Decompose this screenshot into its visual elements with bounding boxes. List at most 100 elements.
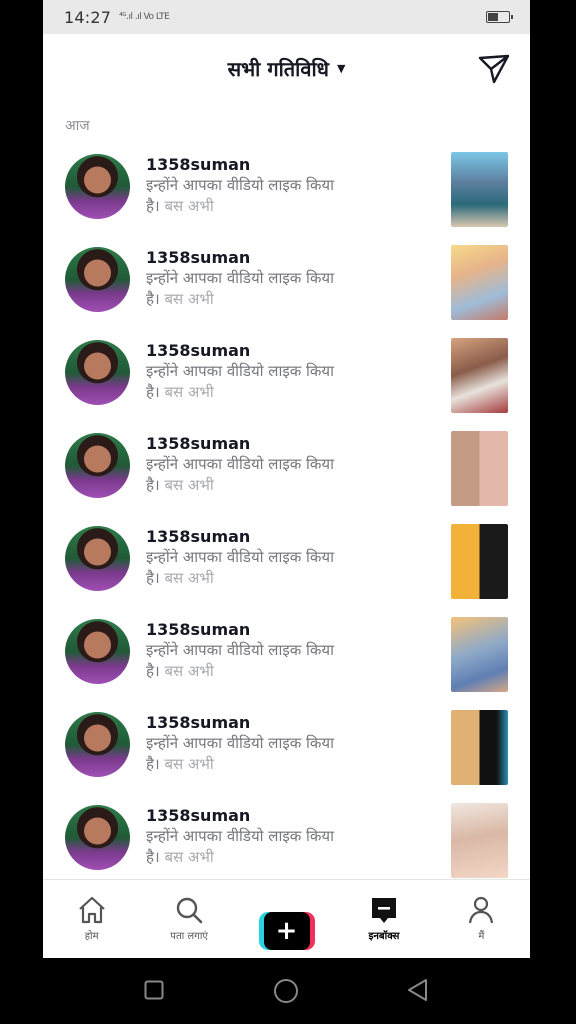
- message-line-2: है। बस अभी: [146, 196, 406, 217]
- notification-text: 1358suman इन्होंने आपका वीडियो लाइक किया…: [146, 155, 406, 217]
- avatar[interactable]: [65, 154, 130, 219]
- username[interactable]: 1358suman: [146, 434, 406, 454]
- signal-icon: ⁴ᴳ.ıl .ıl Vo LTE: [119, 12, 170, 22]
- message: इन्होंने आपका वीडियो लाइक किया: [146, 734, 335, 752]
- avatar[interactable]: [65, 340, 130, 405]
- notification-text: 1358suman इन्होंने आपका वीडियो लाइक किया…: [146, 341, 406, 403]
- username[interactable]: 1358suman: [146, 248, 406, 268]
- create-video-button[interactable]: +: [258, 912, 315, 950]
- message-suffix: है।: [146, 383, 160, 401]
- list-item[interactable]: 1358suman इन्होंने आपका वीडियो लाइक किया…: [43, 235, 530, 328]
- system-navigation-bar: [0, 958, 576, 1024]
- home-icon: [78, 896, 105, 924]
- timestamp: बस अभी: [164, 383, 214, 401]
- list-item[interactable]: 1358suman इन्होंने आपका वीडियो लाइक किया…: [43, 607, 530, 700]
- status-left: 14:27 ⁴ᴳ.ıl .ıl Vo LTE: [64, 7, 170, 27]
- avatar[interactable]: [65, 619, 130, 684]
- home-nav-icon[interactable]: [273, 978, 299, 1004]
- plus-icon: +: [263, 912, 310, 950]
- video-thumbnail[interactable]: [451, 152, 508, 227]
- header: सभी गतिविधि ▼: [43, 34, 530, 102]
- message-suffix: है।: [146, 848, 160, 866]
- avatar[interactable]: [65, 526, 130, 591]
- notification-text: 1358suman इन्होंने आपका वीडियो लाइक किया…: [146, 713, 406, 775]
- username[interactable]: 1358suman: [146, 155, 406, 175]
- app-screen: 14:27 ⁴ᴳ.ıl .ıl Vo LTE सभी गतिविधि ▼ आज …: [43, 0, 530, 958]
- username[interactable]: 1358suman: [146, 527, 406, 547]
- tab-create[interactable]: +: [238, 880, 335, 950]
- avatar[interactable]: [65, 247, 130, 312]
- video-thumbnail[interactable]: [451, 431, 508, 506]
- bottom-tab-bar: होम पता लगाएं + इनबॉक्स मैं: [43, 879, 530, 958]
- message-line-2: है। बस अभी: [146, 661, 406, 682]
- timestamp: बस अभी: [164, 290, 214, 308]
- notification-text: 1358suman इन्होंने आपका वीडियो लाइक किया…: [146, 527, 406, 589]
- recent-apps-icon[interactable]: [144, 980, 164, 1000]
- video-thumbnail[interactable]: [451, 803, 508, 878]
- message-line-2: है। बस अभी: [146, 382, 406, 403]
- message: इन्होंने आपका वीडियो लाइक किया: [146, 455, 335, 473]
- username[interactable]: 1358suman: [146, 806, 406, 826]
- message-suffix: है।: [146, 755, 160, 773]
- timestamp: बस अभी: [164, 197, 214, 215]
- battery-icon: [486, 11, 513, 23]
- message: इन्होंने आपका वीडियो लाइक किया: [146, 362, 335, 380]
- message-line-2: है। बस अभी: [146, 847, 406, 868]
- tab-home[interactable]: होम: [43, 880, 140, 942]
- list-item[interactable]: 1358suman इन्होंने आपका वीडियो लाइक किया…: [43, 421, 530, 514]
- notification-text: 1358suman इन्होंने आपका वीडियो लाइक किया…: [146, 620, 406, 682]
- list-item[interactable]: 1358suman इन्होंने आपका वीडियो लाइक किया…: [43, 700, 530, 793]
- notification-text: 1358suman इन्होंने आपका वीडियो लाइक किया…: [146, 806, 406, 868]
- avatar[interactable]: [65, 712, 130, 777]
- activity-filter-dropdown[interactable]: सभी गतिविधि ▼: [228, 55, 346, 82]
- timestamp: बस अभी: [164, 569, 214, 587]
- tab-discover[interactable]: पता लगाएं: [140, 880, 237, 942]
- tab-label: इनबॉक्स: [368, 931, 400, 942]
- message-suffix: है।: [146, 569, 160, 587]
- video-thumbnail[interactable]: [451, 617, 508, 692]
- username[interactable]: 1358suman: [146, 341, 406, 361]
- list-item[interactable]: 1358suman इन्होंने आपका वीडियो लाइक किया…: [43, 142, 530, 235]
- message-line-2: है। बस अभी: [146, 754, 406, 775]
- status-time: 14:27: [64, 7, 112, 27]
- message-line-2: है। बस अभी: [146, 568, 406, 589]
- message: इन्होंने आपका वीडियो लाइक किया: [146, 641, 335, 659]
- send-message-icon[interactable]: [478, 54, 510, 84]
- video-thumbnail[interactable]: [451, 524, 508, 599]
- tab-inbox[interactable]: इनबॉक्स: [335, 880, 432, 942]
- timestamp: बस अभी: [164, 755, 214, 773]
- list-item[interactable]: 1358suman इन्होंने आपका वीडियो लाइक किया…: [43, 514, 530, 607]
- status-bar: 14:27 ⁴ᴳ.ıl .ıl Vo LTE: [43, 0, 530, 34]
- message-suffix: है।: [146, 662, 160, 680]
- message: इन्होंने आपका वीडियो लाइक किया: [146, 827, 335, 845]
- list-item[interactable]: 1358suman इन्होंने आपका वीडियो लाइक किया…: [43, 328, 530, 421]
- video-thumbnail[interactable]: [451, 245, 508, 320]
- timestamp: बस अभी: [164, 662, 214, 680]
- timestamp: बस अभी: [164, 476, 214, 494]
- message: इन्होंने आपका वीडियो लाइक किया: [146, 269, 335, 287]
- timestamp: बस अभी: [164, 848, 214, 866]
- page-title: सभी गतिविधि: [227, 56, 329, 81]
- username[interactable]: 1358suman: [146, 620, 406, 640]
- section-label-today: आज: [65, 118, 90, 134]
- notification-text: 1358suman इन्होंने आपका वीडियो लाइक किया…: [146, 434, 406, 496]
- search-icon: [176, 897, 203, 924]
- list-item[interactable]: 1358suman इन्होंने आपका वीडियो लाइक किया…: [43, 793, 530, 886]
- tab-label: पता लगाएं: [170, 931, 208, 942]
- inbox-icon: [371, 898, 396, 923]
- message-line-2: है। बस अभी: [146, 289, 406, 310]
- message-suffix: है।: [146, 476, 160, 494]
- avatar[interactable]: [65, 433, 130, 498]
- message: इन्होंने आपका वीडियो लाइक किया: [146, 176, 335, 194]
- tab-profile[interactable]: मैं: [433, 880, 530, 942]
- avatar[interactable]: [65, 805, 130, 870]
- notification-list: 1358suman इन्होंने आपका वीडियो लाइक किया…: [43, 142, 530, 886]
- video-thumbnail[interactable]: [451, 710, 508, 785]
- message: इन्होंने आपका वीडियो लाइक किया: [146, 548, 335, 566]
- back-nav-icon[interactable]: [406, 978, 430, 1002]
- message-line-2: है। बस अभी: [146, 475, 406, 496]
- notification-text: 1358suman इन्होंने आपका वीडियो लाइक किया…: [146, 248, 406, 310]
- caret-down-icon: ▼: [336, 61, 346, 75]
- username[interactable]: 1358suman: [146, 713, 406, 733]
- video-thumbnail[interactable]: [451, 338, 508, 413]
